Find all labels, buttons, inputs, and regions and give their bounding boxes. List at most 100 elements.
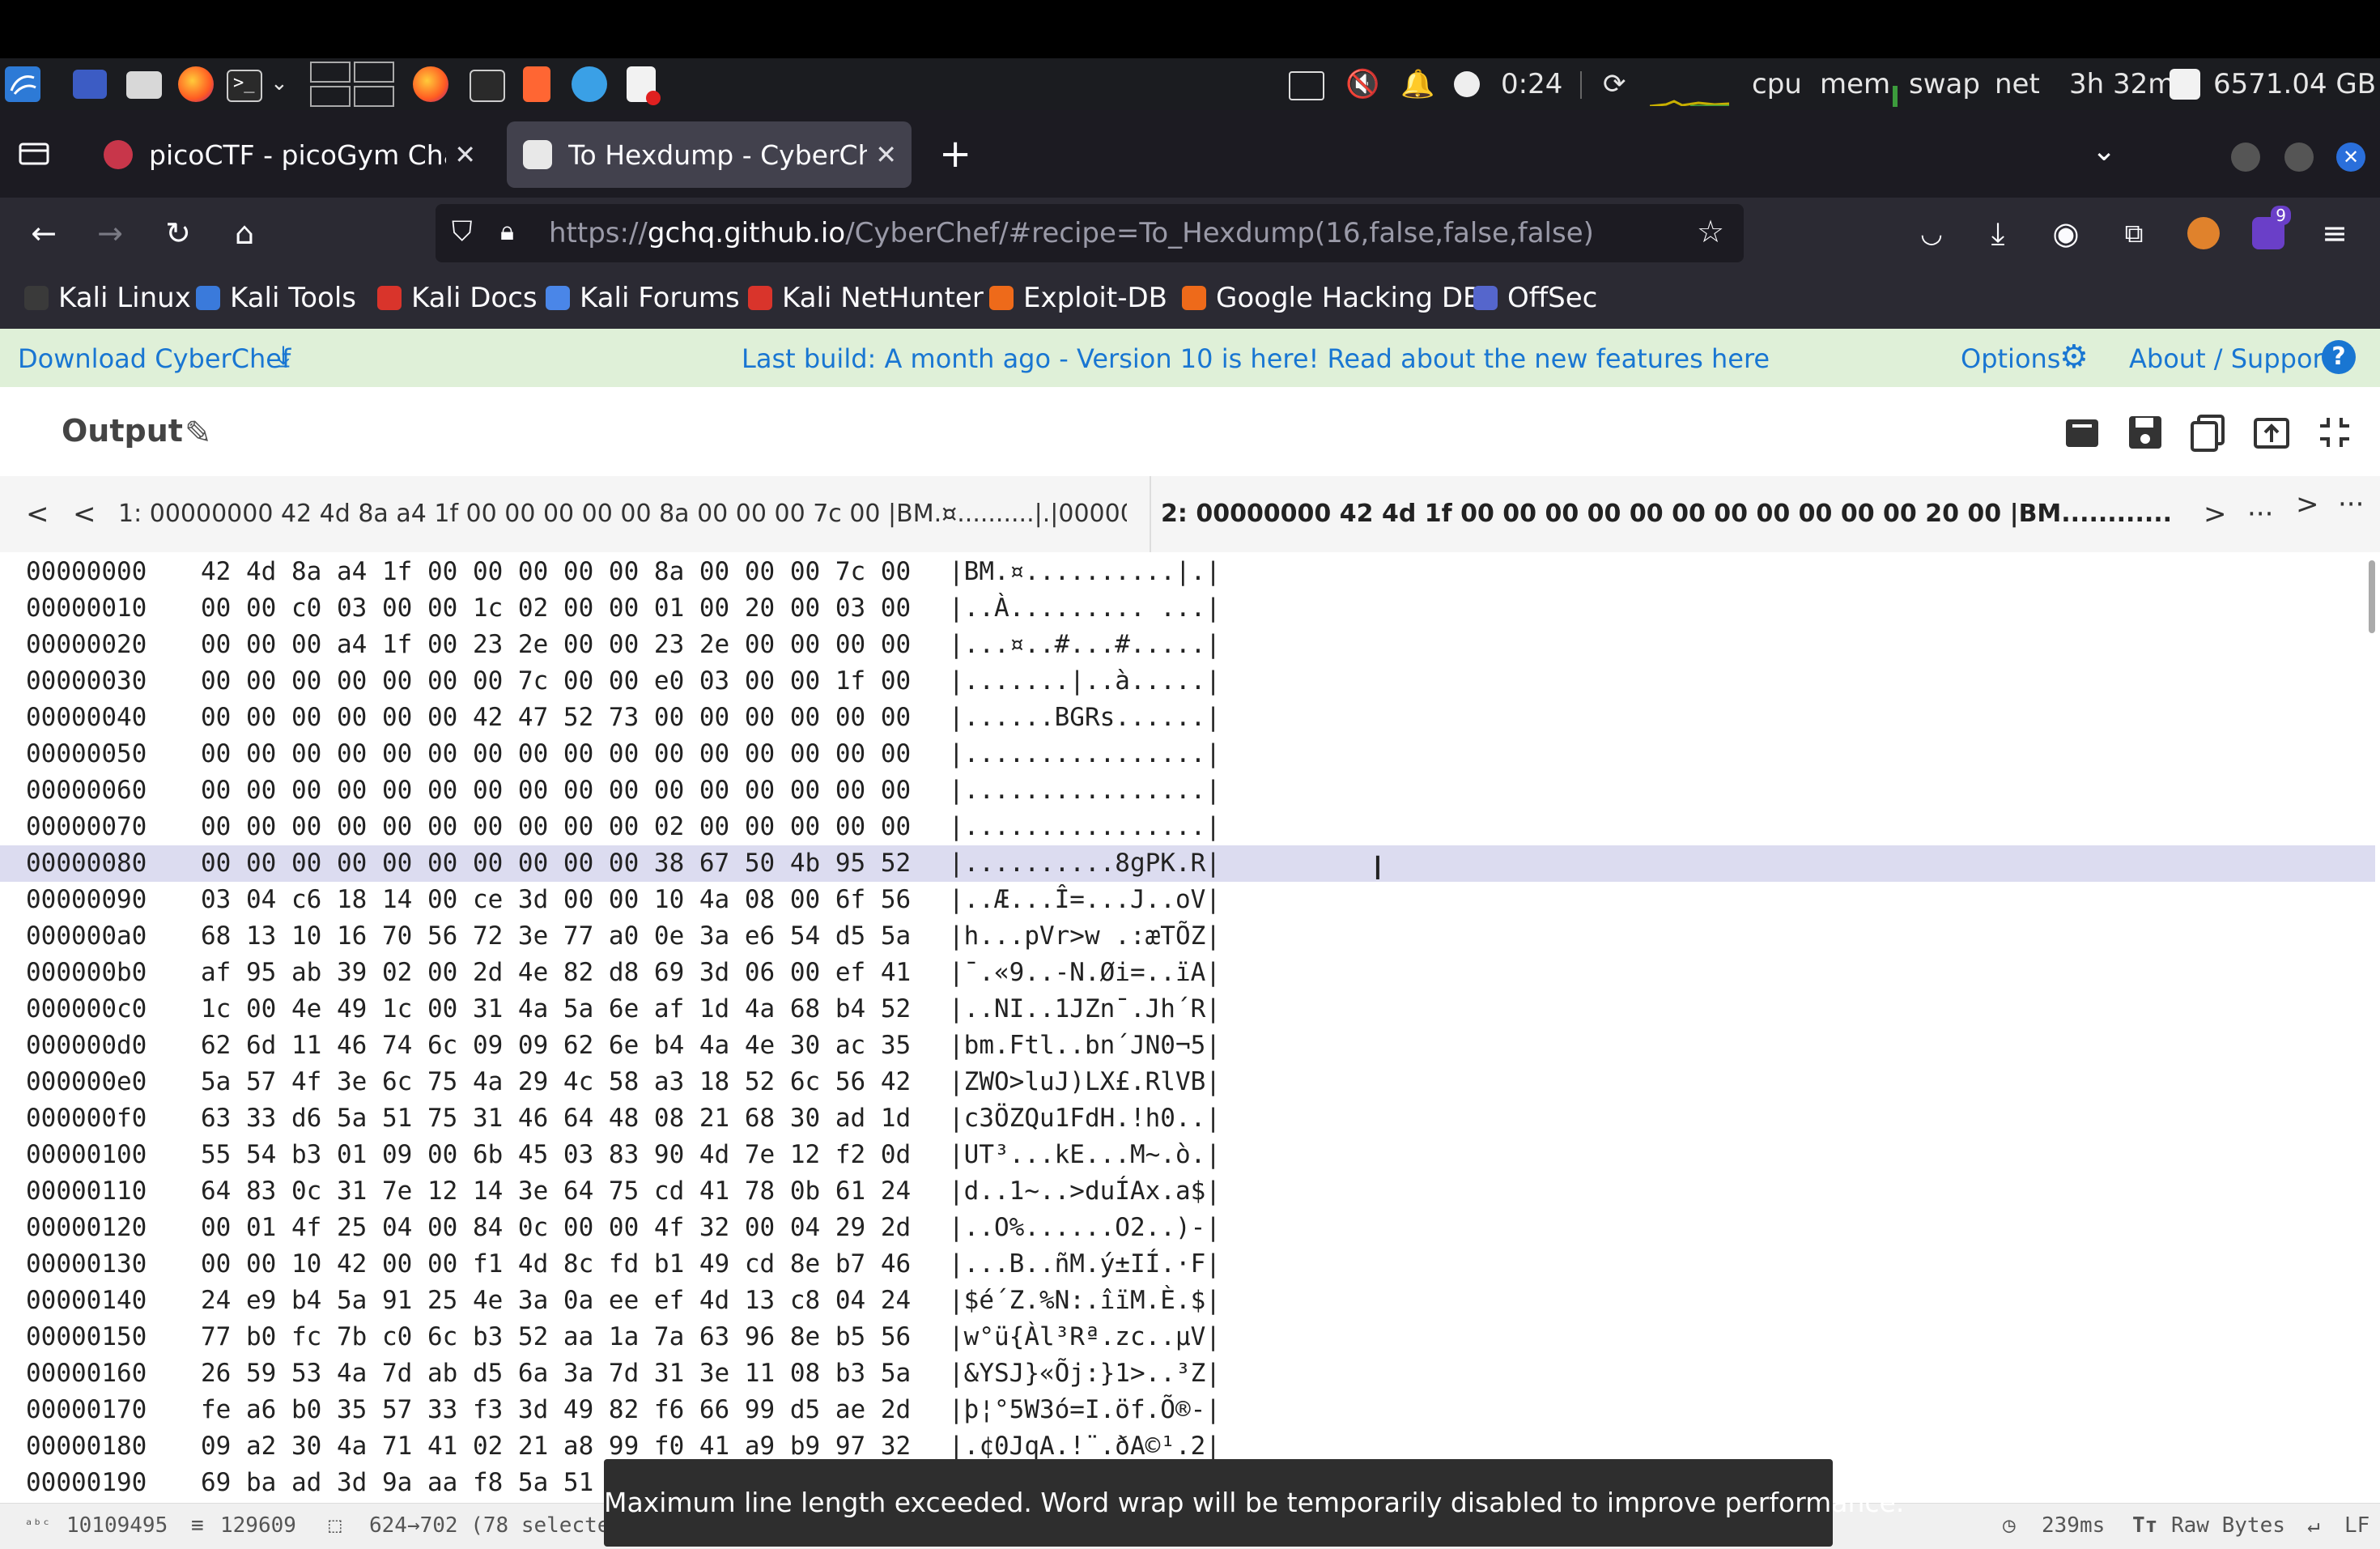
file-manager-icon[interactable]: [126, 71, 162, 99]
pocket-icon[interactable]: ◡: [1910, 212, 1953, 254]
extension-icon[interactable]: [2187, 217, 2220, 249]
row-hex-bytes: 00 00 00 00 00 00 00 00 00 00 02 00 00 0…: [201, 812, 912, 841]
save-to-file-button[interactable]: [2061, 411, 2103, 453]
bookmark-kali-forums[interactable]: Kali Forums: [546, 282, 740, 314]
first-tab-button[interactable]: <: [26, 476, 49, 552]
row-offset: 00000100: [26, 1140, 147, 1169]
close-window-button[interactable]: ✕: [2336, 143, 2365, 172]
download-cyberchef-link[interactable]: Download CyberChef: [18, 343, 291, 374]
maximize-window-button[interactable]: [2284, 143, 2314, 172]
row-offset: 00000010: [26, 594, 147, 623]
save-icon-button[interactable]: [2124, 411, 2166, 453]
firefox-icon[interactable]: [178, 66, 214, 102]
eol-icon[interactable]: ↵: [2307, 1513, 2320, 1538]
tracking-protection-icon[interactable]: ⛉: [452, 215, 473, 248]
last-tab-button[interactable]: >: [2296, 466, 2319, 543]
minimize-window-button[interactable]: [2231, 143, 2260, 172]
extensions-icon[interactable]: ⧉: [2113, 212, 2155, 254]
bell-icon[interactable]: 🔔: [1400, 68, 1434, 100]
bookmark-google-hacking-db[interactable]: Google Hacking DB: [1182, 282, 1481, 314]
row-ascii: |.......|..à.....|: [949, 666, 1221, 696]
app-icon[interactable]: [572, 66, 607, 102]
last-build-notice[interactable]: Last build: A month ago - Version 10 is …: [742, 343, 1770, 374]
list-all-tabs-icon[interactable]: ⌄: [2092, 134, 2116, 168]
document-icon[interactable]: [627, 66, 661, 105]
row-ascii: |ZWO>luJ)LX£.RlVB|: [949, 1067, 1221, 1096]
row-offset: 000000a0: [26, 921, 147, 951]
url-text[interactable]: https://gchq.github.io/CyberChef/#recipe…: [549, 217, 1594, 249]
tab-list-icon[interactable]: [18, 138, 50, 167]
account-icon[interactable]: ◉: [2045, 212, 2087, 254]
bookmark-label: Kali Docs: [411, 282, 538, 314]
copy-output-button[interactable]: [2187, 411, 2229, 453]
bookmark-offsec[interactable]: OffSec: [1473, 282, 1597, 314]
network-monitor-icon[interactable]: [1289, 71, 1324, 100]
close-tab-icon[interactable]: ✕: [454, 139, 476, 170]
browser-tab-bar: picoCTF - picoGym Challe ✕ To Hexdump - …: [0, 110, 2380, 198]
cyberchef-favicon-icon: [523, 140, 552, 169]
output-lines: 129609: [220, 1513, 296, 1538]
workspace-switcher-icon[interactable]: [309, 61, 397, 108]
output-encoding[interactable]: Raw Bytes: [2171, 1513, 2285, 1538]
file-tab-2[interactable]: 2: 00000000 42 4d 1f 00 00 00 00 00 00 0…: [1161, 476, 2173, 552]
terminal-icon[interactable]: >_: [227, 70, 262, 102]
gear-icon[interactable]: ⚙: [2059, 338, 2089, 376]
desktop-icon[interactable]: [73, 70, 107, 99]
download-icon[interactable]: ⤓: [277, 340, 290, 374]
row-hex-bytes: 00 00 00 a4 1f 00 23 2e 00 00 23 2e 00 0…: [201, 630, 912, 659]
extension-badge-icon[interactable]: 9: [2252, 206, 2291, 249]
chevron-down-icon[interactable]: ⌄: [270, 71, 288, 96]
row-offset: 00000030: [26, 666, 147, 696]
help-icon[interactable]: ?: [2322, 340, 2356, 374]
options-link[interactable]: Options: [1961, 343, 2060, 374]
bookmark-kali-linux[interactable]: Kali Linux: [24, 282, 191, 314]
more-tabs-button[interactable]: ···: [2247, 476, 2273, 552]
more-options-button[interactable]: ···: [2338, 466, 2364, 543]
clock[interactable]: 0:24: [1501, 68, 1562, 100]
encoding-icon[interactable]: Tт: [2132, 1513, 2157, 1538]
next-tab-button[interactable]: >: [2204, 476, 2227, 552]
bookmark-label: Kali NetHunter: [782, 282, 984, 314]
hexdump-row: 000000f0 63 33 d6 5a 51 75 31 46 64 48 08…: [0, 1100, 2375, 1137]
bookmark-kali-nethunter[interactable]: Kali NetHunter: [748, 282, 984, 314]
terminal-window-icon[interactable]: [470, 70, 505, 102]
row-ascii: |d..1~..>duÍAx.a$|: [949, 1177, 1221, 1206]
speaker-muted-icon[interactable]: 🔇: [1345, 68, 1379, 100]
home-button[interactable]: ⌂: [223, 212, 266, 254]
about-support-link[interactable]: About / Support: [2129, 343, 2333, 374]
kali-docs-icon: [377, 286, 402, 310]
eol-setting[interactable]: LF: [2344, 1513, 2369, 1538]
tab-cyberchef[interactable]: To Hexdump - CyberChef ✕: [507, 121, 912, 188]
refresh-icon[interactable]: ⟳: [1603, 68, 1626, 100]
close-tab-icon[interactable]: ✕: [875, 139, 897, 170]
bookmark-kali-tools[interactable]: Kali Tools: [196, 282, 356, 314]
bookmark-star-icon[interactable]: ☆: [1697, 214, 1724, 249]
hexdump-row: 00000040 00 00 00 00 00 00 42 47 52 73 00…: [0, 700, 2375, 736]
replace-input-button[interactable]: [2250, 411, 2293, 453]
back-button[interactable]: ←: [23, 212, 65, 254]
file-tab-1[interactable]: 1: 00000000 42 4d 8a a4 1f 00 00 00 00 0…: [118, 476, 1127, 552]
reload-button[interactable]: ↻: [157, 212, 199, 254]
bookmark-exploit-db[interactable]: Exploit-DB: [989, 282, 1167, 314]
row-offset: 00000170: [26, 1395, 147, 1424]
downloads-icon[interactable]: ⤓: [1977, 212, 2019, 254]
kali-menu-icon[interactable]: [5, 66, 40, 102]
bookmark-kali-docs[interactable]: Kali Docs: [377, 282, 538, 314]
row-hex-bytes: 26 59 53 4a 7d ab d5 6a 3a 7d 31 3e 11 0…: [201, 1359, 912, 1388]
new-tab-button[interactable]: +: [939, 131, 971, 177]
row-offset: 00000180: [26, 1432, 147, 1461]
burpsuite-icon[interactable]: [523, 66, 550, 102]
magic-wand-icon[interactable]: ✎: [185, 415, 212, 452]
menu-icon[interactable]: ≡: [2314, 212, 2356, 254]
firefox-window-icon[interactable]: [413, 66, 448, 102]
hexdump-output[interactable]: 00000000 42 4d 8a a4 1f 00 00 00 00 00 8a…: [0, 552, 2380, 1503]
lock-icon[interactable]: 🔒︎: [500, 215, 514, 247]
row-ascii: |UT³...kE...M~.ò.|: [949, 1140, 1221, 1169]
tab-picoctf[interactable]: picoCTF - picoGym Challe ✕: [87, 121, 491, 188]
previous-tab-button[interactable]: <: [73, 476, 96, 552]
output-scrollbar[interactable]: [2369, 560, 2375, 633]
tab-label: To Hexdump - CyberChef: [568, 138, 868, 171]
maximise-output-button[interactable]: [2314, 411, 2356, 453]
url-bar[interactable]: ⛉ 🔒︎ https://gchq.github.io/CyberChef/#r…: [436, 204, 1744, 262]
forward-button[interactable]: →: [89, 212, 131, 254]
